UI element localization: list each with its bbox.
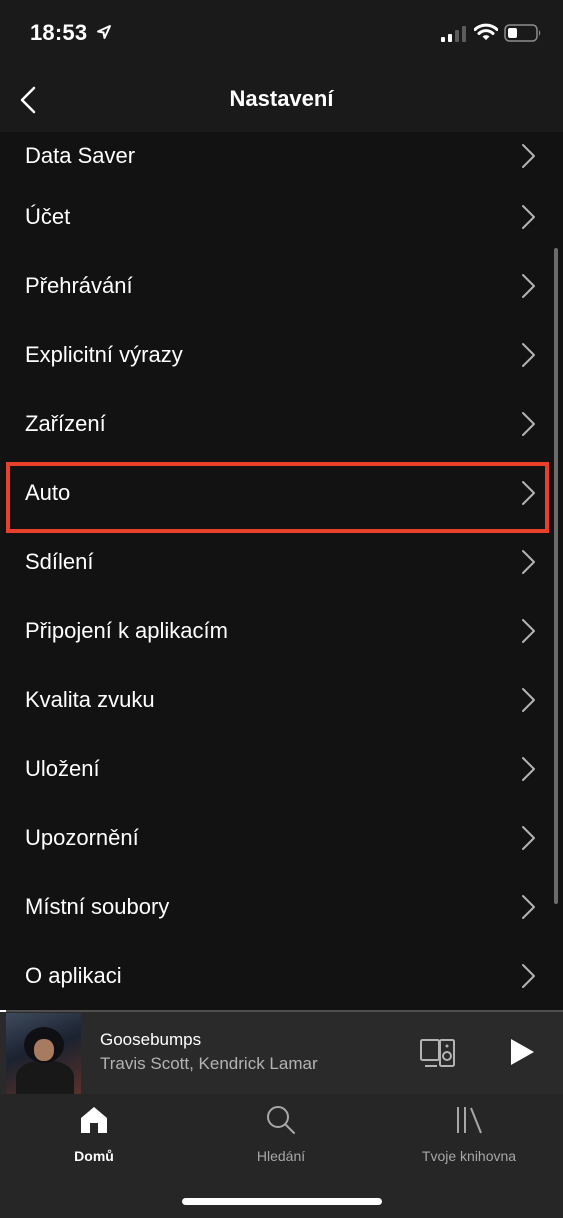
album-cover <box>6 1013 81 1094</box>
track-artist: Travis Scott, Kendrick Lamar <box>100 1054 318 1073</box>
playback-progress-fill <box>0 1010 6 1012</box>
settings-item-audio-quality[interactable]: Kvalita zvuku <box>0 665 563 734</box>
settings-item-playback[interactable]: Přehrávání <box>0 251 563 320</box>
chevron-right-icon <box>522 273 535 298</box>
cover-figure-face <box>34 1039 54 1061</box>
page-title: Nastavení <box>229 86 334 111</box>
settings-item-label: Přehrávání <box>25 272 133 298</box>
chevron-right-icon <box>522 411 535 436</box>
chevron-right-icon <box>522 618 535 643</box>
tab-label: Domů <box>74 1148 114 1164</box>
chevron-right-icon <box>522 144 535 168</box>
chevron-right-icon <box>522 894 535 919</box>
play-icon[interactable] <box>505 1036 537 1068</box>
settings-screen: 18:53 Nastavení Data Saver Účet Přehrává… <box>0 0 563 1218</box>
settings-item-label: Sdílení <box>25 548 94 574</box>
settings-item-label: Auto <box>25 479 71 505</box>
now-playing-bar[interactable]: Goosebumps Travis Scott, Kendrick Lamar <box>0 1010 563 1094</box>
scrollbar[interactable] <box>554 248 558 904</box>
settings-item-label: O aplikaci <box>25 962 122 988</box>
settings-item-label: Uložení <box>25 755 100 781</box>
location-arrow-icon <box>97 25 111 39</box>
settings-item-label: Připojení k aplikacím <box>25 617 228 643</box>
settings-item-storage[interactable]: Uložení <box>0 734 563 803</box>
settings-item-label: Zařízení <box>25 410 106 436</box>
chevron-right-icon <box>522 963 535 988</box>
tab-label: Hledání <box>256 1148 306 1164</box>
settings-item-sharing[interactable]: Sdílení <box>0 527 563 596</box>
tab-label: Tvoje knihovna <box>421 1148 517 1164</box>
search-icon <box>267 1106 295 1134</box>
settings-item-account[interactable]: Účet <box>0 182 563 251</box>
chevron-right-icon <box>522 825 535 850</box>
settings-item-label: Upozornění <box>25 824 139 850</box>
settings-item-notifications[interactable]: Upozornění <box>0 803 563 872</box>
settings-item-devices[interactable]: Zařízení <box>0 389 563 458</box>
playback-progress <box>0 1010 563 1012</box>
settings-item-local-files[interactable]: Místní soubory <box>0 872 563 941</box>
chevron-right-icon <box>522 480 535 505</box>
settings-item-app-connections[interactable]: Připojení k aplikacím <box>0 596 563 665</box>
devices-icon[interactable] <box>418 1037 458 1069</box>
chevron-right-icon <box>522 549 535 574</box>
chevron-right-icon <box>522 756 535 781</box>
wifi-icon <box>474 23 498 40</box>
status-time: 18:53 <box>30 20 88 45</box>
chevron-right-icon <box>522 204 535 229</box>
settings-item-label: Kvalita zvuku <box>25 686 155 712</box>
home-indicator[interactable] <box>182 1198 382 1205</box>
signal-icon <box>441 26 466 42</box>
settings-item-data-saver[interactable]: Data Saver <box>0 132 563 182</box>
settings-item-label: Data Saver <box>25 143 136 168</box>
settings-item-label: Explicitní výrazy <box>25 341 183 367</box>
tab-library[interactable]: Tvoje knihovna <box>375 1094 563 1174</box>
home-icon <box>81 1107 107 1133</box>
tab-home[interactable]: Domů <box>0 1094 188 1174</box>
cover-figure-body <box>16 1061 74 1094</box>
settings-item-label: Účet <box>25 203 71 229</box>
tab-search[interactable]: Hledání <box>187 1094 375 1174</box>
library-icon <box>457 1107 482 1134</box>
settings-item-about[interactable]: O aplikaci <box>0 941 563 1010</box>
track-title: Goosebumps <box>100 1030 202 1049</box>
chevron-right-icon <box>522 687 535 712</box>
settings-item-car[interactable]: Auto <box>0 458 563 527</box>
settings-item-label: Místní soubory <box>25 893 170 919</box>
chevron-right-icon <box>522 342 535 367</box>
settings-list: Data Saver Účet Přehrávání Explicitní vý… <box>0 132 563 1010</box>
battery-icon <box>504 24 541 42</box>
top-bar: 18:53 Nastavení <box>0 0 563 132</box>
settings-item-explicit[interactable]: Explicitní výrazy <box>0 320 563 389</box>
